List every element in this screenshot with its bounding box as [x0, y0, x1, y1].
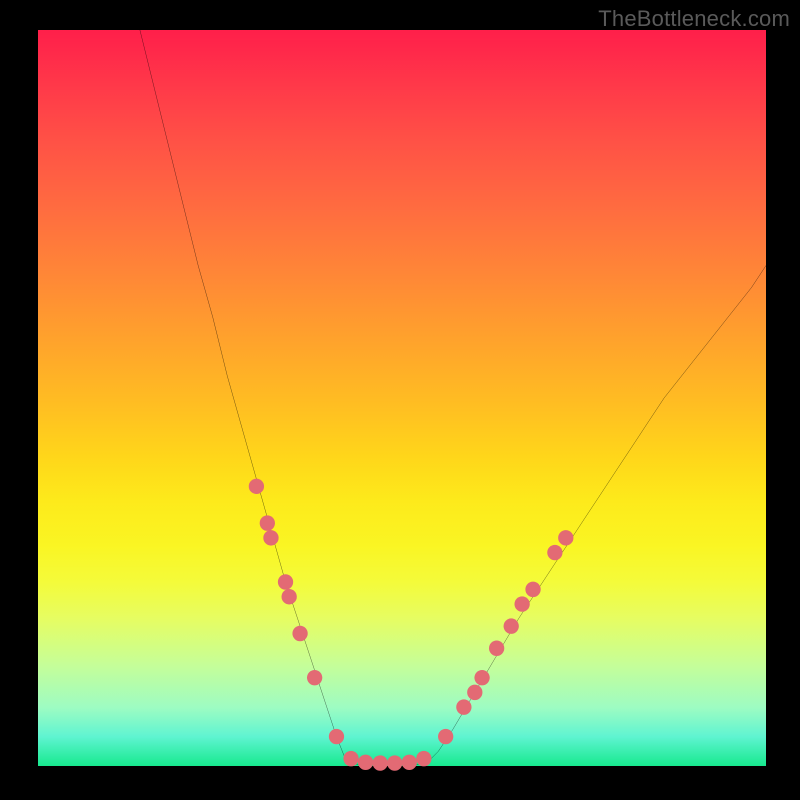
sample-point [525, 582, 540, 597]
sample-point [249, 479, 264, 494]
sample-point [467, 685, 482, 700]
marker-group [249, 479, 574, 771]
sample-point [558, 530, 573, 545]
sample-point [282, 589, 297, 604]
curve-group [140, 30, 766, 765]
sample-point [260, 515, 275, 530]
sample-point [514, 596, 529, 611]
curve-left [140, 30, 347, 762]
sample-point [402, 755, 417, 770]
watermark-text: TheBottleneck.com [598, 6, 790, 32]
sample-point [416, 751, 431, 766]
sample-point [387, 755, 402, 770]
app-frame: TheBottleneck.com [0, 0, 800, 800]
sample-point [358, 755, 373, 770]
sample-point [547, 545, 562, 560]
plot-area [38, 30, 766, 766]
sample-point [292, 626, 307, 641]
sample-point [438, 729, 453, 744]
sample-point [263, 530, 278, 545]
sample-point [489, 641, 504, 656]
chart-overlay [38, 30, 766, 766]
sample-point [343, 751, 358, 766]
sample-point [373, 755, 388, 770]
sample-point [329, 729, 344, 744]
sample-point [504, 618, 519, 633]
sample-point [474, 670, 489, 685]
sample-point [456, 699, 471, 714]
sample-point [278, 574, 293, 589]
sample-point [307, 670, 322, 685]
